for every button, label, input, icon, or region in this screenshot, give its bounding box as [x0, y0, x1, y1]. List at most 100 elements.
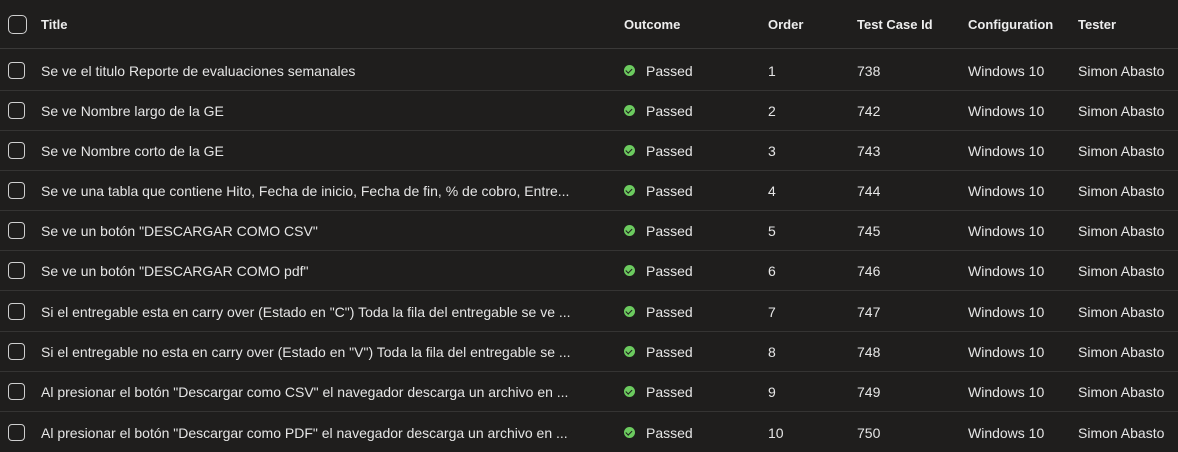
- row-configuration: Windows 10: [968, 62, 1045, 79]
- row-checkbox[interactable]: [8, 424, 25, 441]
- row-title: Se ve un botón "DESCARGAR COMO CSV": [41, 222, 318, 239]
- row-outcome: Passed: [624, 372, 744, 411]
- row-tester: Simon Abasto: [1078, 62, 1165, 79]
- column-header-title[interactable]: Title: [41, 0, 581, 48]
- outcome-label: Passed: [646, 62, 693, 79]
- row-test-case-id: 749: [857, 383, 881, 400]
- row-outcome: Passed: [624, 91, 744, 130]
- row-configuration: Windows 10: [968, 182, 1045, 199]
- column-header-order[interactable]: Order: [768, 0, 838, 48]
- outcome-label: Passed: [646, 343, 693, 360]
- row-test-case-id: 750: [857, 424, 881, 441]
- row-checkbox[interactable]: [8, 343, 25, 360]
- row-tester: Simon Abasto: [1078, 222, 1165, 239]
- row-outcome: Passed: [624, 292, 744, 331]
- row-configuration: Windows 10: [968, 343, 1045, 360]
- row-test-case-id: 748: [857, 343, 881, 360]
- row-checkbox[interactable]: [8, 182, 25, 199]
- passed-check-icon: [624, 346, 635, 357]
- row-tester: Simon Abasto: [1078, 142, 1165, 159]
- row-checkbox[interactable]: [8, 102, 25, 119]
- row-test-case-id: 745: [857, 222, 881, 239]
- table-row[interactable]: Si el entregable esta en carry over (Est…: [0, 292, 1178, 332]
- outcome-label: Passed: [646, 142, 693, 159]
- row-tester: Simon Abasto: [1078, 343, 1165, 360]
- table-row[interactable]: Se ve Nombre corto de la GE Passed 3 743…: [0, 131, 1178, 171]
- column-header-outcome[interactable]: Outcome: [624, 0, 744, 48]
- row-order: 2: [768, 102, 776, 119]
- table-row[interactable]: Se ve una tabla que contiene Hito, Fecha…: [0, 171, 1178, 211]
- row-order: 6: [768, 262, 776, 279]
- row-outcome: Passed: [624, 332, 744, 371]
- outcome-label: Passed: [646, 102, 693, 119]
- row-order: 7: [768, 303, 776, 320]
- passed-check-icon: [624, 427, 635, 438]
- row-outcome: Passed: [624, 251, 744, 290]
- passed-check-icon: [624, 105, 635, 116]
- passed-check-icon: [624, 265, 635, 276]
- row-test-case-id: 743: [857, 142, 881, 159]
- row-title: Al presionar el botón "Descargar como CS…: [41, 383, 569, 400]
- row-outcome: Passed: [624, 51, 744, 90]
- outcome-label: Passed: [646, 383, 693, 400]
- column-header-test-case-id[interactable]: Test Case Id: [857, 0, 947, 48]
- row-configuration: Windows 10: [968, 222, 1045, 239]
- column-header-tester[interactable]: Tester: [1078, 0, 1178, 48]
- row-title: Al presionar el botón "Descargar como PD…: [41, 424, 568, 441]
- row-order: 3: [768, 142, 776, 159]
- header-row: Title Outcome Order Test Case Id Configu…: [0, 0, 1178, 49]
- row-checkbox[interactable]: [8, 262, 25, 279]
- row-test-case-id: 738: [857, 62, 881, 79]
- passed-check-icon: [624, 386, 635, 397]
- row-tester: Simon Abasto: [1078, 303, 1165, 320]
- row-order: 5: [768, 222, 776, 239]
- outcome-label: Passed: [646, 222, 693, 239]
- row-title: Se ve un botón "DESCARGAR COMO pdf": [41, 262, 309, 279]
- row-checkbox[interactable]: [8, 383, 25, 400]
- row-checkbox[interactable]: [8, 303, 25, 320]
- row-order: 10: [768, 424, 784, 441]
- row-configuration: Windows 10: [968, 383, 1045, 400]
- row-outcome: Passed: [624, 413, 744, 452]
- table-row[interactable]: Al presionar el botón "Descargar como PD…: [0, 413, 1178, 452]
- select-all-checkbox[interactable]: [8, 15, 27, 34]
- outcome-label: Passed: [646, 262, 693, 279]
- table-row[interactable]: Al presionar el botón "Descargar como CS…: [0, 372, 1178, 412]
- row-order: 9: [768, 383, 776, 400]
- passed-check-icon: [624, 185, 635, 196]
- row-tester: Simon Abasto: [1078, 262, 1165, 279]
- row-checkbox[interactable]: [8, 222, 25, 239]
- row-checkbox[interactable]: [8, 142, 25, 159]
- row-order: 8: [768, 343, 776, 360]
- table-row[interactable]: Se ve un botón "DESCARGAR COMO CSV" Pass…: [0, 211, 1178, 251]
- passed-check-icon: [624, 225, 635, 236]
- row-configuration: Windows 10: [968, 142, 1045, 159]
- row-tester: Simon Abasto: [1078, 424, 1165, 441]
- row-title: Se ve Nombre corto de la GE: [41, 142, 224, 159]
- row-outcome: Passed: [624, 171, 744, 210]
- row-order: 1: [768, 62, 776, 79]
- test-results-grid: Title Outcome Order Test Case Id Configu…: [0, 0, 1178, 452]
- row-tester: Simon Abasto: [1078, 182, 1165, 199]
- row-tester: Simon Abasto: [1078, 383, 1165, 400]
- row-title: Si el entregable no esta en carry over (…: [41, 343, 571, 360]
- row-title: Si el entregable esta en carry over (Est…: [41, 303, 571, 320]
- column-header-configuration[interactable]: Configuration: [968, 0, 1068, 48]
- row-outcome: Passed: [624, 211, 744, 250]
- row-title: Se ve Nombre largo de la GE: [41, 102, 224, 119]
- table-row[interactable]: Se ve el titulo Reporte de evaluaciones …: [0, 51, 1178, 91]
- row-checkbox[interactable]: [8, 62, 25, 79]
- table-row[interactable]: Si el entregable no esta en carry over (…: [0, 332, 1178, 372]
- row-title: Se ve una tabla que contiene Hito, Fecha…: [41, 182, 570, 199]
- table-row[interactable]: Se ve Nombre largo de la GE Passed 2 742…: [0, 91, 1178, 131]
- passed-check-icon: [624, 65, 635, 76]
- row-test-case-id: 744: [857, 182, 881, 199]
- table-row[interactable]: Se ve un botón "DESCARGAR COMO pdf" Pass…: [0, 251, 1178, 291]
- row-test-case-id: 742: [857, 102, 881, 119]
- outcome-label: Passed: [646, 424, 693, 441]
- outcome-label: Passed: [646, 303, 693, 320]
- passed-check-icon: [624, 306, 635, 317]
- row-configuration: Windows 10: [968, 262, 1045, 279]
- outcome-label: Passed: [646, 182, 693, 199]
- passed-check-icon: [624, 145, 635, 156]
